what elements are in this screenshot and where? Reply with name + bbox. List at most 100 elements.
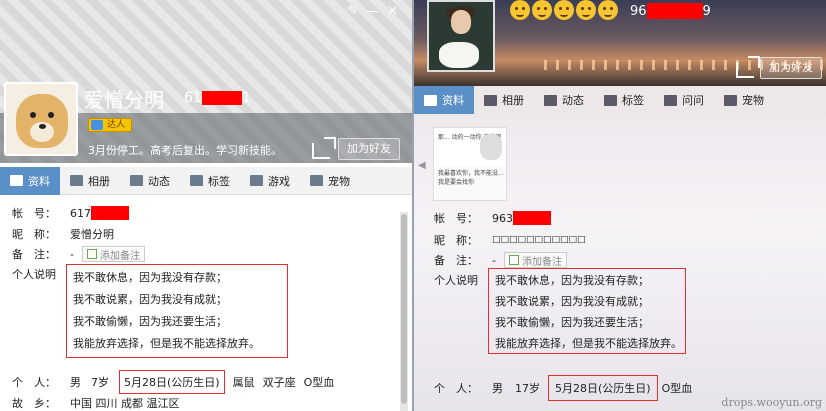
description-highlight: 我不敢休息，因为我没有存款； 我不敢说累，因为我没有成就； 我不敢偷懒，因为我还… (66, 264, 288, 358)
tab-pets[interactable]: 宠物 (300, 167, 360, 195)
note-row: 备 注： - 添加备注 (12, 246, 145, 262)
window-controls[interactable]: ✎—✕ (347, 4, 406, 19)
profile-header: ✎—✕ 爱憎分明 61 1 达人 3月份停工。高考后复出。学习新技能。 加为好友 (0, 0, 412, 163)
tab-label: 宠物 (328, 174, 350, 188)
skin-icon[interactable]: ✎ (347, 4, 366, 19)
account-label: 帐 号： (12, 207, 56, 220)
nickname-row: 昵 称： □□□□□□□□□□□ (434, 232, 586, 248)
minimize-icon[interactable]: — (366, 4, 387, 19)
qq-number-suffix: 9 (702, 3, 711, 19)
share-icon[interactable] (312, 137, 336, 159)
nickname-label: 昵 称： (12, 228, 56, 241)
tab-label: 标签 (208, 174, 230, 188)
profile-tabs: 资料 相册 动态 标签 问问 宠物 (414, 86, 826, 114)
tab-profile[interactable]: 资料 (0, 166, 60, 195)
right-profile-card: 96 9 加为好友 资料 相册 动态 标签 问问 宠物 ◀ 那... 动的一动你 … (414, 0, 826, 411)
tab-pets[interactable]: 宠物 (714, 86, 774, 114)
tab-album[interactable]: 相册 (60, 167, 120, 195)
tab-questions[interactable]: 问问 (654, 86, 714, 114)
pet-icon (310, 175, 323, 186)
personal-label: 个 人： (12, 376, 56, 389)
smiley-icon (532, 0, 552, 20)
description-label: 个人说明 (12, 268, 56, 281)
tab-feed[interactable]: 动态 (534, 86, 594, 114)
pet-icon (724, 94, 737, 106)
description-line: 我不敢休息，因为我没有存款； (495, 274, 649, 287)
photo-thumbnail[interactable]: 我最喜欢你，我不能没... 我是要会找你 (436, 166, 506, 200)
scrollbar-thumb[interactable] (401, 214, 407, 404)
close-icon[interactable]: ✕ (387, 4, 406, 19)
tag-icon (190, 175, 203, 186)
personal-row: 个 人： 男 7岁 5月28日(公历生日) 属鼠 双子座 O型血 (12, 370, 334, 394)
tab-label: 相册 (88, 174, 110, 188)
account-value: 963 (492, 211, 513, 225)
game-icon (250, 175, 263, 186)
expert-badge[interactable]: 达人 (88, 118, 132, 132)
note-value: - (70, 247, 74, 261)
personal-row: 个 人： 男 17岁 5月28日(公历生日) O型血 (434, 375, 692, 401)
add-friend-button[interactable]: 加为好友 (760, 57, 822, 79)
tab-album[interactable]: 相册 (474, 86, 534, 114)
tab-label: 动态 (562, 94, 584, 107)
album-icon (484, 94, 497, 106)
album-icon (70, 175, 83, 186)
pencil-icon (86, 249, 97, 259)
blood-type: O型血 (303, 376, 335, 389)
personal-label: 个 人： (434, 382, 478, 395)
account-value: 617 (70, 206, 91, 220)
nickname-label: 昵 称： (434, 234, 478, 247)
qq-number-prefix: 61 (184, 90, 202, 106)
hometown-value: 中国 四川 成都 温江区 (70, 397, 180, 410)
account-label: 帐 号： (434, 212, 478, 225)
chevron-left-icon[interactable]: ◀ (418, 160, 426, 171)
redaction-bar (91, 206, 129, 220)
tab-games[interactable]: 游戏 (240, 167, 300, 195)
nickname-value: □□□□□□□□□□□ (492, 235, 586, 245)
description-line: 我不敢休息，因为我没有存款； (73, 271, 227, 284)
gender: 男 (492, 382, 503, 395)
pencil-icon (508, 255, 519, 265)
tab-profile[interactable]: 资料 (414, 86, 474, 114)
badge-label: 达人 (107, 120, 126, 130)
description-label: 个人说明 (434, 274, 478, 287)
add-note-button[interactable]: 添加备注 (503, 252, 567, 268)
age: 17岁 (515, 382, 540, 395)
profile-icon (10, 175, 23, 186)
nickname-row: 昵 称： 爱憎分明 (12, 226, 114, 242)
smiley-icon (576, 0, 596, 20)
share-icon[interactable] (736, 56, 760, 78)
scrollbar[interactable] (400, 212, 408, 411)
avatar[interactable] (4, 82, 78, 156)
note-label: 备 注： (12, 248, 56, 261)
add-friend-button[interactable]: 加为好友 (338, 138, 400, 160)
photo-thumbnail[interactable]: 那... 动的一动你 还发挥 (436, 130, 506, 164)
description-line: 我不敢偷懒，因为我还要生活； (495, 316, 649, 329)
chinese-zodiac: 属鼠 (232, 376, 255, 389)
tab-feed[interactable]: 动态 (120, 167, 180, 195)
description-line: 我不敢说累，因为我没有成就； (73, 293, 227, 306)
tab-label: 标签 (622, 94, 644, 107)
photo-thumbnails[interactable]: 那... 动的一动你 还发挥 我最喜欢你，我不能没... 我是要会找你 (433, 127, 507, 201)
smiley-icon (598, 0, 618, 20)
redaction-bar (646, 3, 703, 19)
qq-number: 61 1 (184, 90, 251, 106)
cartoon-icon (480, 134, 502, 160)
redaction-bar (513, 211, 551, 225)
age: 7岁 (91, 376, 109, 389)
hometown-label: 故 乡： (12, 397, 56, 410)
account-row: 帐 号： 963 (434, 210, 551, 226)
tab-tags[interactable]: 标签 (180, 167, 240, 195)
note-value: - (492, 253, 496, 267)
description-line: 我不敢说累，因为我没有成就； (495, 295, 649, 308)
doge-avatar-icon (16, 94, 68, 148)
avatar[interactable] (427, 0, 495, 72)
nickname: 爱憎分明 (84, 88, 164, 112)
nickname-value: 爱憎分明 (70, 228, 114, 241)
tag-icon (604, 94, 617, 106)
smiley-icon (554, 0, 574, 20)
tab-tags[interactable]: 标签 (594, 86, 654, 114)
profile-header: 96 9 加为好友 (414, 0, 826, 86)
description-highlight: 我不敢休息，因为我没有存款； 我不敢说累，因为我没有成就； 我不敢偷懒，因为我还… (488, 268, 686, 354)
smiley-icon (510, 0, 530, 20)
add-note-button[interactable]: 添加备注 (81, 246, 145, 262)
